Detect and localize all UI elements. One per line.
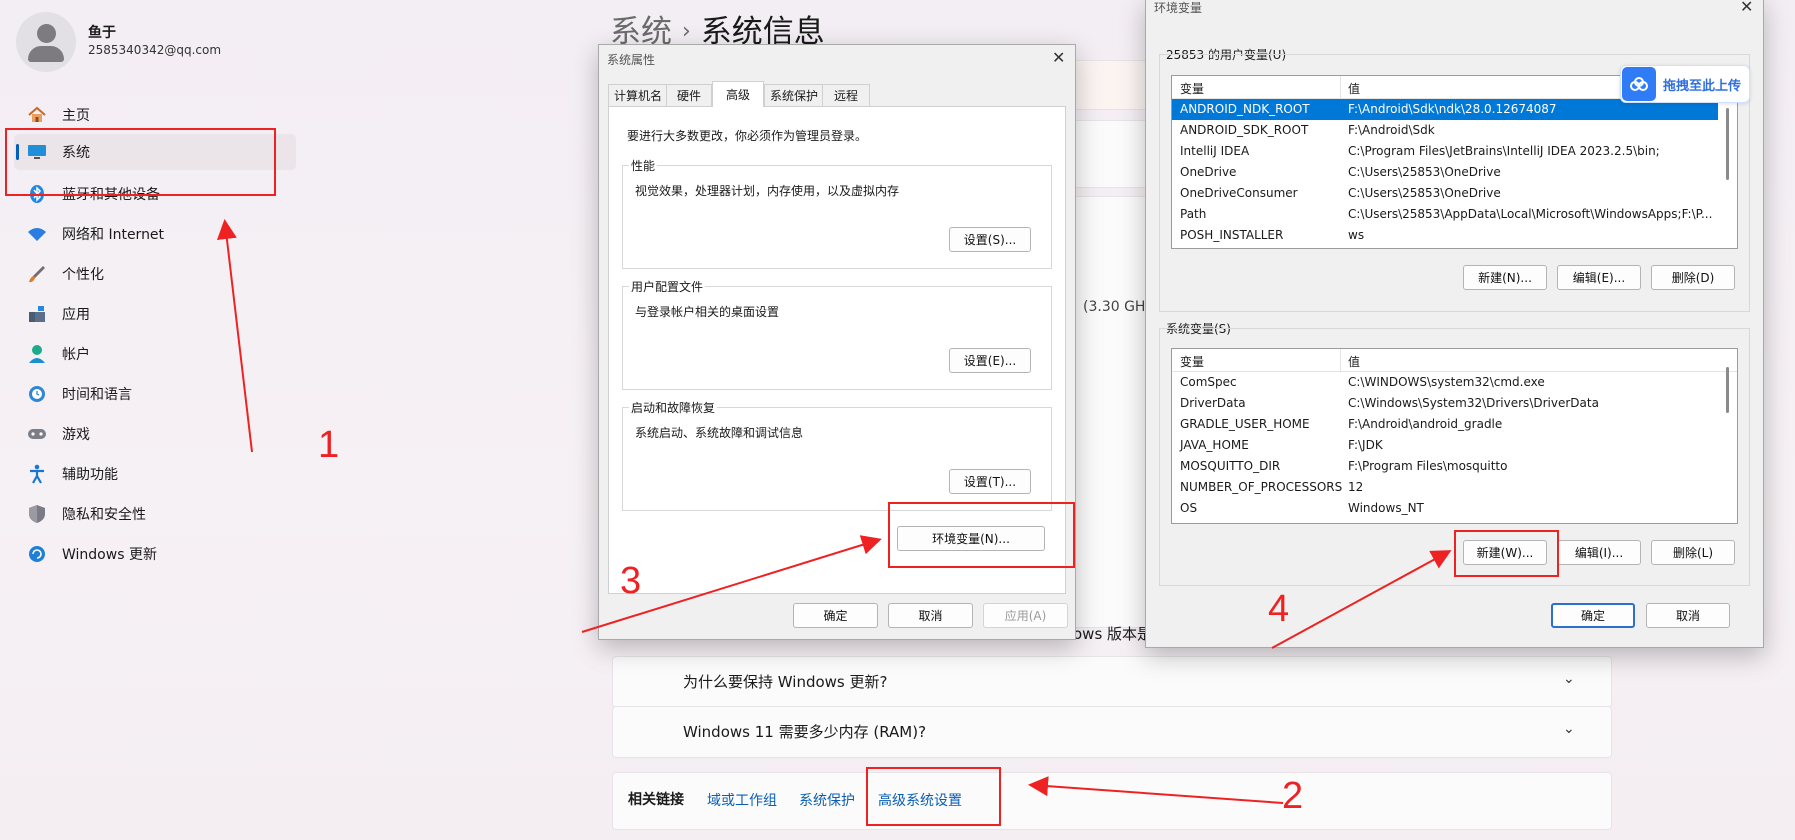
annotation-arrows — [216, 219, 1452, 804]
arrow-1 — [216, 219, 253, 453]
arrow-2 — [1028, 776, 1284, 804]
step-number: 2 — [1282, 775, 1304, 817]
arrow-4 — [1271, 550, 1452, 649]
step-number: 3 — [620, 560, 642, 602]
step-number: 1 — [318, 424, 340, 466]
step-number: 4 — [1268, 588, 1290, 630]
tab-advanced[interactable]: 高级 — [712, 81, 764, 107]
